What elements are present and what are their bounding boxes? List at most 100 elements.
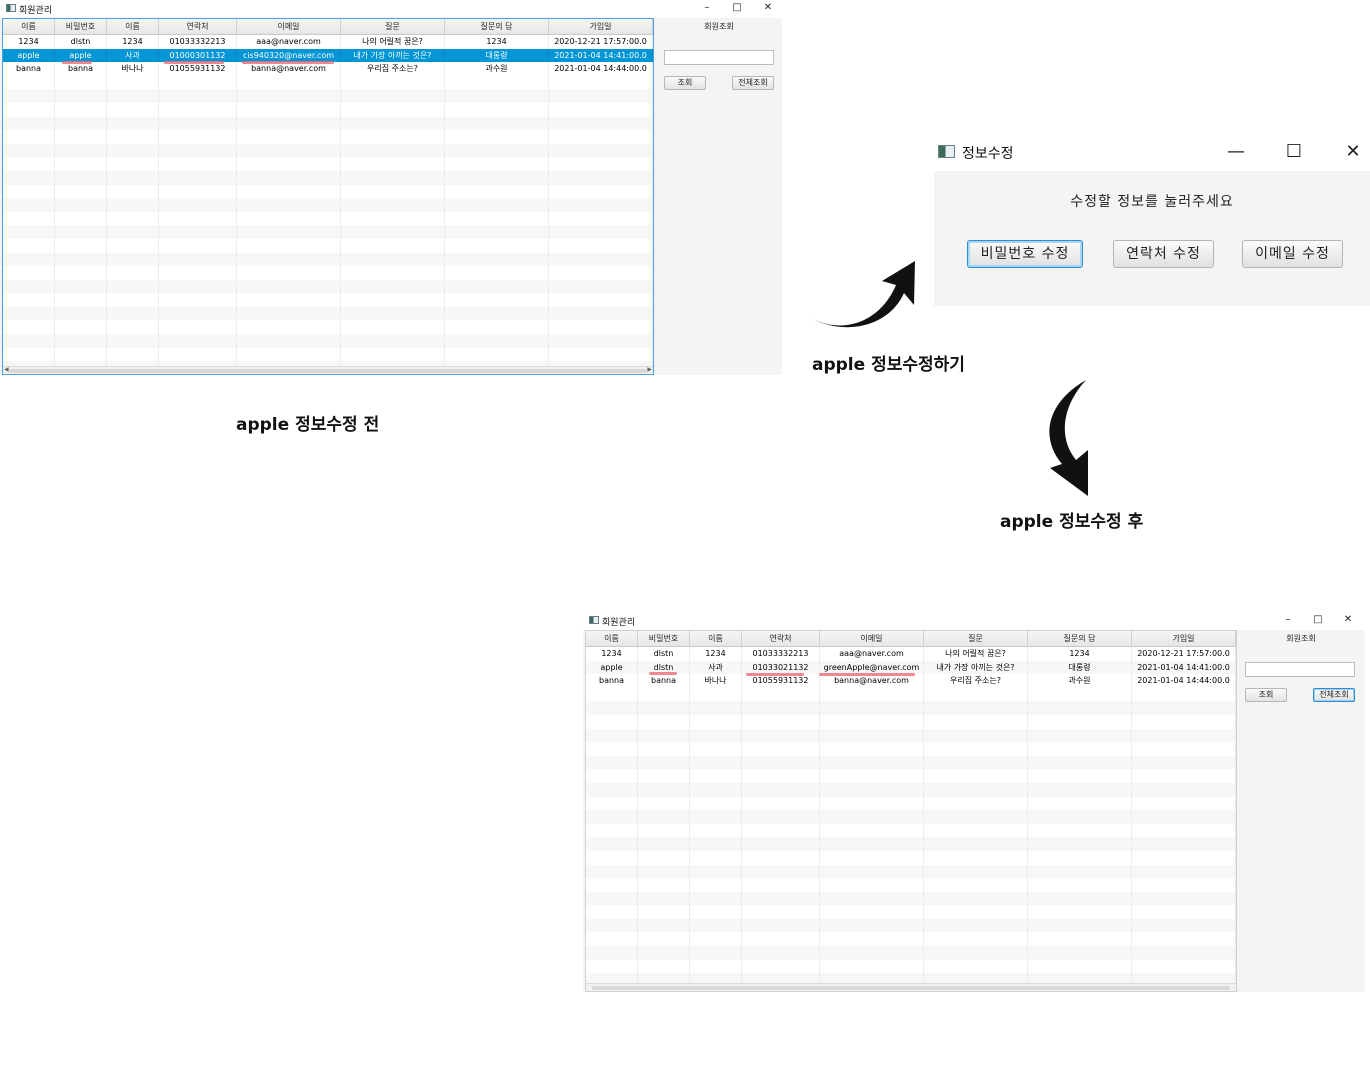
column-header[interactable]: 이메일 (237, 19, 341, 34)
window-title: 회원관리 (602, 618, 636, 628)
show-all-button[interactable]: 전체조회 (1313, 688, 1355, 702)
table-cell (1132, 932, 1236, 947)
table-cell: 2021-01-04 14:41:00.0 (1132, 660, 1236, 675)
show-all-button[interactable]: 전체조회 (732, 76, 774, 90)
table-cell (445, 75, 549, 90)
table-row[interactable]: 1234 dlstn 1234 01033332213 aaa@naver.co… (3, 35, 653, 49)
horizontal-scrollbar[interactable]: ◀ ▶ (3, 366, 653, 374)
empty-table-row (586, 850, 1236, 865)
minimize-icon[interactable]: – (700, 1, 714, 15)
table-cell (237, 157, 341, 171)
table-cell (549, 89, 653, 103)
table-cell (1028, 782, 1132, 797)
column-header[interactable]: 이름 (107, 19, 159, 34)
table-cell (341, 102, 445, 117)
table-cell (341, 157, 445, 171)
maximize-icon[interactable]: □ (1311, 613, 1325, 627)
table-cell (820, 878, 924, 892)
query-button[interactable]: 조회 (664, 76, 706, 90)
minimize-icon[interactable]: — (1225, 141, 1247, 162)
edit-phone-button[interactable]: 연락처 수정 (1113, 240, 1214, 268)
table-cell (445, 320, 549, 335)
empty-table-row (586, 878, 1236, 892)
member-table[interactable]: 이름 비밀번호 이름 연락처 이메일 질문 질문의 답 가입일 1234 dls… (585, 630, 1237, 992)
column-header[interactable]: 질문의 답 (1028, 631, 1132, 646)
after-member-window: 회원관리 – □ ✕ 이름 비밀번호 이름 연락처 이메일 질문 질문의 답 가… (583, 612, 1365, 992)
member-table[interactable]: 이름 비밀번호 이름 연락처 이메일 질문 질문의 답 가입일 1234 dls… (2, 18, 654, 375)
table-cell (586, 837, 638, 851)
table-cell (586, 905, 638, 919)
table-cell: aaa@naver.com (237, 35, 341, 49)
column-header[interactable]: 비밀번호 (55, 19, 107, 34)
table-cell (1028, 701, 1132, 715)
scroll-right-icon[interactable]: ▶ (647, 366, 652, 373)
column-header[interactable]: 이름 (3, 19, 55, 34)
table-cell (107, 238, 159, 253)
table-cell: 우리집 주소는? (924, 674, 1028, 688)
column-header[interactable]: 비밀번호 (638, 631, 690, 646)
table-cell: 2021-01-04 14:41:00.0 (549, 48, 653, 63)
table-cell (1132, 864, 1236, 879)
scrollbar-thumb[interactable] (592, 986, 1230, 990)
table-cell (820, 823, 924, 838)
edit-email-button[interactable]: 이메일 수정 (1242, 240, 1343, 268)
close-icon[interactable]: ✕ (1341, 613, 1355, 627)
close-icon[interactable]: ✕ (761, 1, 775, 15)
column-header[interactable]: 연락처 (159, 19, 237, 34)
empty-table-row (3, 279, 653, 294)
table-cell (3, 198, 55, 212)
table-cell (638, 946, 690, 960)
column-header[interactable]: 이메일 (820, 631, 924, 646)
column-header[interactable]: 질문 (924, 631, 1028, 646)
column-header[interactable]: 연락처 (742, 631, 820, 646)
dialog-title: 정보수정 (962, 146, 1014, 162)
scrollbar-thumb[interactable] (9, 369, 647, 373)
table-cell (159, 198, 237, 212)
minimize-icon[interactable]: – (1281, 613, 1295, 627)
table-cell (341, 143, 445, 158)
table-cell (742, 959, 820, 974)
table-cell (924, 687, 1028, 702)
close-icon[interactable]: ✕ (1342, 141, 1364, 162)
column-header[interactable]: 질문 (341, 19, 445, 34)
empty-table-row (586, 823, 1236, 838)
empty-table-row (3, 170, 653, 185)
table-cell (237, 293, 341, 307)
table-cell: 바나나 (107, 62, 159, 76)
search-input[interactable] (664, 50, 774, 65)
column-header[interactable]: 가입일 (1132, 631, 1236, 646)
table-cell (742, 932, 820, 947)
column-header[interactable]: 이름 (586, 631, 638, 646)
table-row[interactable]: banna banna 바나나 01055931132 banna@naver.… (586, 674, 1236, 688)
table-cell (341, 211, 445, 226)
table-cell (1132, 769, 1236, 783)
column-header[interactable]: 가입일 (549, 19, 653, 34)
column-header[interactable]: 이름 (690, 631, 742, 646)
table-cell (159, 334, 237, 348)
before-titlebar: 회원관리 – □ ✕ (0, 0, 782, 18)
table-cell (924, 837, 1028, 851)
table-cell: 2020-12-21 17:57:00.0 (549, 35, 653, 49)
table-cell (924, 946, 1028, 960)
edit-password-button[interactable]: 비밀번호 수정 (967, 240, 1083, 268)
table-cell: 1234 (690, 647, 742, 661)
table-row[interactable]: 1234 dlstn 1234 01033332213 aaa@naver.co… (586, 647, 1236, 661)
table-cell (445, 306, 549, 321)
query-button[interactable]: 조회 (1245, 688, 1287, 702)
scroll-left-icon[interactable]: ◀ (4, 366, 9, 373)
table-cell: aaa@naver.com (820, 647, 924, 661)
highlight-mark (819, 673, 915, 676)
empty-table-row (3, 116, 653, 131)
search-input[interactable] (1245, 662, 1355, 677)
table-cell (55, 198, 107, 212)
table-row[interactable]: banna banna 바나나 01055931132 banna@naver.… (3, 62, 653, 76)
dialog-prompt: 수정할 정보를 눌러주세요 (1070, 194, 1234, 210)
table-cell (445, 238, 549, 253)
table-cell (1028, 687, 1132, 702)
table-cell (742, 769, 820, 783)
maximize-icon[interactable]: □ (730, 1, 744, 15)
table-cell (638, 959, 690, 974)
horizontal-scrollbar[interactable] (586, 983, 1236, 991)
maximize-icon[interactable]: ☐ (1283, 141, 1305, 162)
column-header[interactable]: 질문의 답 (445, 19, 549, 34)
